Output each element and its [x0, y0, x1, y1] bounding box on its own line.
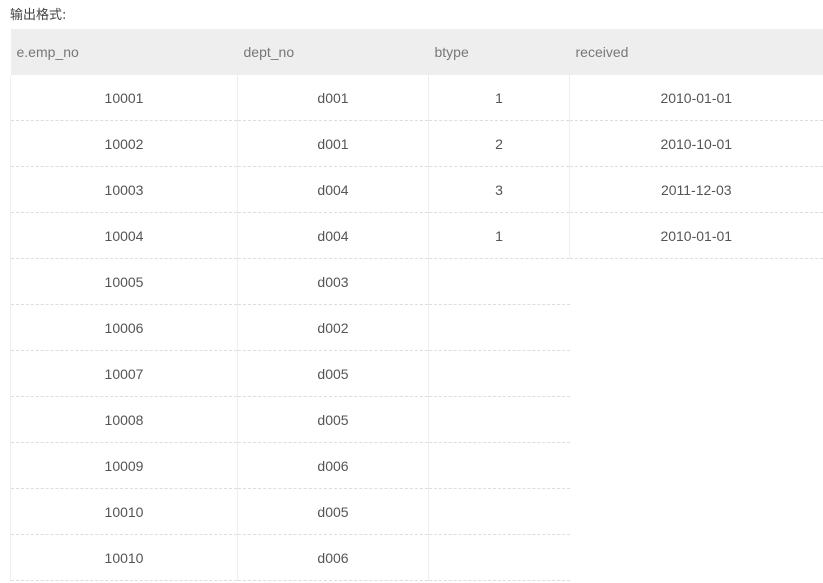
cell-btype — [428, 304, 570, 351]
table-row: 10006 d002 — [10, 304, 823, 351]
cell-dept-no: d001 — [237, 120, 429, 167]
cell-dept-no: d003 — [237, 258, 429, 305]
cell-received — [570, 535, 823, 581]
output-format-caption: 输出格式: — [10, 8, 67, 23]
cell-dept-no: d005 — [237, 488, 429, 535]
cell-btype — [428, 350, 570, 397]
cell-emp-no: 10005 — [10, 258, 238, 305]
table-row: 10001 d001 1 2010-01-01 — [10, 75, 823, 121]
cell-emp-no: 10010 — [10, 534, 238, 581]
cell-received: 2011-12-03 — [569, 166, 823, 213]
cell-dept-no: d001 — [237, 75, 429, 121]
table-row: 10008 d005 — [10, 396, 823, 443]
cell-btype: 3 — [428, 166, 570, 213]
cell-emp-no: 10004 — [10, 212, 238, 259]
cell-btype: 2 — [428, 120, 570, 167]
table-row: 10003 d004 3 2011-12-03 — [10, 166, 823, 213]
cell-emp-no: 10008 — [10, 396, 238, 443]
cell-emp-no: 10003 — [10, 166, 238, 213]
table-row: 10004 d004 1 2010-01-01 — [10, 212, 823, 259]
table-row: 10009 d006 — [10, 442, 823, 489]
cell-btype — [428, 396, 570, 443]
cell-received: 2010-01-01 — [569, 212, 823, 259]
cell-btype: 1 — [428, 212, 570, 259]
cell-dept-no: d005 — [237, 396, 429, 443]
column-header-received: received — [569, 29, 823, 75]
table-row: 10007 d005 — [10, 350, 823, 397]
cell-emp-no: 10001 — [10, 75, 238, 121]
cell-dept-no: d004 — [237, 166, 429, 213]
cell-dept-no: d005 — [237, 350, 429, 397]
cell-emp-no: 10009 — [10, 442, 238, 489]
cell-dept-no: d006 — [237, 534, 429, 581]
output-table: e.emp_no dept_no btype received 10001 d0… — [10, 29, 823, 581]
cell-received: 2010-10-01 — [569, 120, 823, 167]
table-header: e.emp_no dept_no btype received — [10, 29, 823, 75]
column-header-btype: btype — [428, 29, 570, 75]
cell-dept-no: d006 — [237, 442, 429, 489]
cell-received — [570, 443, 823, 489]
header-row: e.emp_no dept_no btype received — [10, 29, 823, 75]
cell-dept-no: d002 — [237, 304, 429, 351]
table-row: 10010 d005 — [10, 488, 823, 535]
cell-btype: 1 — [428, 75, 570, 121]
column-header-emp-no: e.emp_no — [10, 29, 238, 75]
cell-emp-no: 10007 — [10, 350, 238, 397]
cell-emp-no: 10002 — [10, 120, 238, 167]
cell-received — [570, 305, 823, 351]
cell-btype — [428, 258, 570, 305]
table-row: 10010 d006 — [10, 534, 823, 581]
cell-dept-no: d004 — [237, 212, 429, 259]
cell-btype — [428, 442, 570, 489]
table-row: 10005 d003 — [10, 258, 823, 305]
table-body: 10001 d001 1 2010-01-01 10002 d001 2 201… — [10, 75, 823, 581]
cell-received — [570, 351, 823, 397]
cell-received — [570, 397, 823, 443]
cell-received — [570, 259, 823, 305]
cell-emp-no: 10010 — [10, 488, 238, 535]
cell-btype — [428, 534, 570, 581]
cell-emp-no: 10006 — [10, 304, 238, 351]
table-row: 10002 d001 2 2010-10-01 — [10, 120, 823, 167]
cell-received: 2010-01-01 — [569, 75, 823, 121]
cell-received — [570, 489, 823, 535]
column-header-dept-no: dept_no — [237, 29, 429, 75]
cell-btype — [428, 488, 570, 535]
